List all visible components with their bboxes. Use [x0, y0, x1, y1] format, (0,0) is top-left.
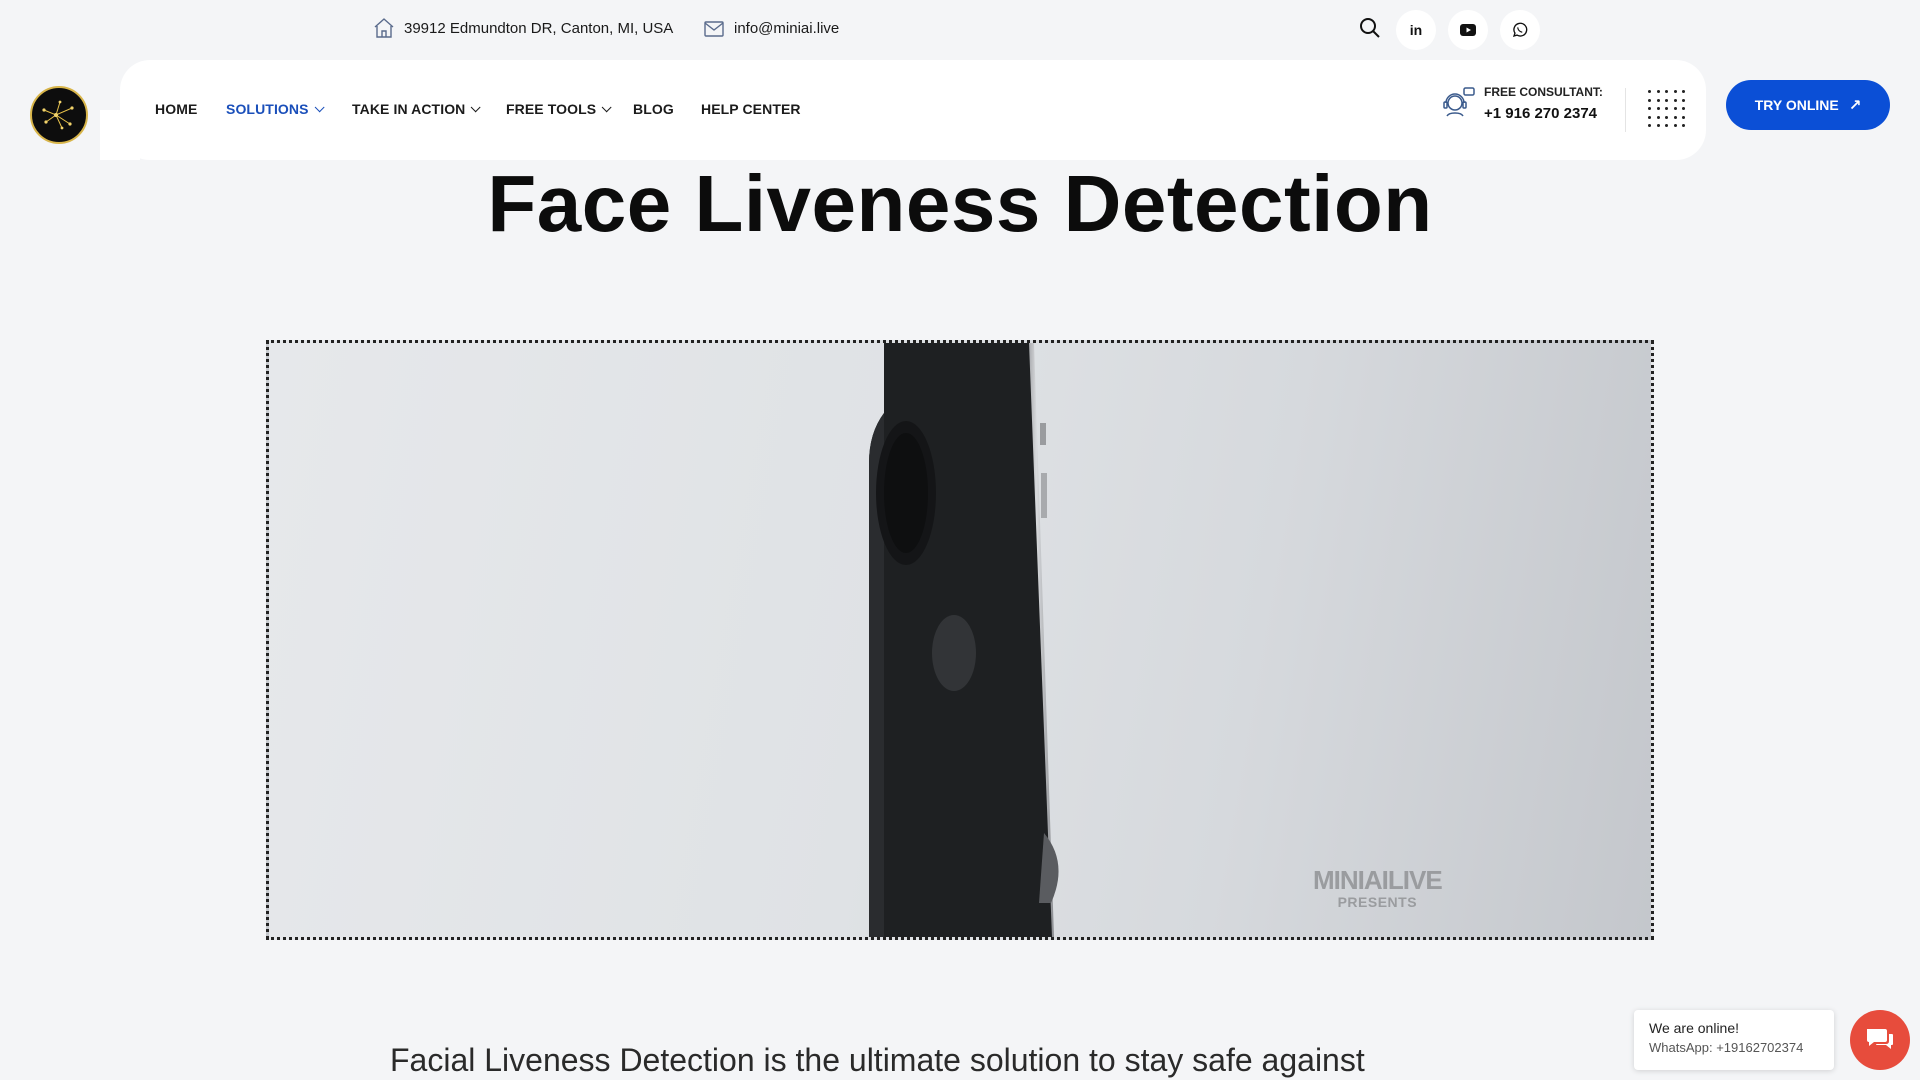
- whatsapp-button[interactable]: [1500, 10, 1540, 50]
- nav-take-in-action[interactable]: TAKE IN ACTION: [352, 101, 481, 117]
- nav-home-label: HOME: [155, 101, 198, 117]
- site-logo[interactable]: [30, 86, 88, 144]
- home-icon: [374, 18, 394, 38]
- watermark-subtitle: PRESENTS: [1337, 894, 1418, 910]
- nav-help-center-label: HELP CENTER: [701, 101, 801, 117]
- linkedin-button[interactable]: in: [1396, 10, 1436, 50]
- main-navbar: HOME SOLUTIONS TAKE IN ACTION FREE TOOLS…: [120, 60, 1706, 160]
- try-online-label: TRY ONLINE: [1754, 97, 1839, 113]
- linkedin-icon: in: [1409, 22, 1423, 38]
- chat-bubble-icon: [1867, 1029, 1893, 1049]
- chat-popup[interactable]: We are online! WhatsApp: +19162702374: [1634, 1010, 1834, 1070]
- nav-free-tools-label: FREE TOOLS: [506, 101, 597, 117]
- nav-help-center[interactable]: HELP CENTER: [701, 101, 801, 117]
- support-agent-icon: [1443, 87, 1475, 117]
- consult-label: FREE CONSULTANT:: [1484, 84, 1603, 99]
- nav-free-tools[interactable]: FREE TOOLS: [506, 101, 612, 117]
- chevron-down-icon: [471, 101, 481, 112]
- intro-text: Facial Liveness Detection is the ultimat…: [390, 1042, 1365, 1078]
- chat-contact: WhatsApp: +19162702374: [1649, 1040, 1804, 1055]
- youtube-icon: [1460, 24, 1476, 36]
- email-item[interactable]: info@miniai.live: [702, 16, 839, 40]
- email-link[interactable]: info@miniai.live: [734, 20, 839, 37]
- page-title: Face Liveness Detection: [487, 159, 1433, 248]
- youtube-button[interactable]: [1448, 10, 1488, 50]
- chevron-down-icon: [601, 101, 612, 112]
- nav-home[interactable]: HOME: [155, 101, 197, 117]
- chat-button[interactable]: [1850, 1010, 1910, 1070]
- grid-menu-icon[interactable]: [1648, 90, 1688, 130]
- try-online-button[interactable]: TRY ONLINE ↗: [1726, 80, 1890, 130]
- nav-solutions-label: SOLUTIONS: [226, 101, 309, 117]
- consult-phone[interactable]: +1 916 270 2374: [1484, 105, 1603, 122]
- nav-blog[interactable]: BLOG: [633, 101, 674, 117]
- nav-take-in-action-label: TAKE IN ACTION: [352, 101, 466, 117]
- arrow-up-right-icon: ↗: [1848, 97, 1862, 114]
- video-watermark: MINIAILIVE PRESENTS: [1313, 865, 1443, 910]
- logo-icon: [42, 100, 74, 130]
- chat-status: We are online!: [1649, 1020, 1740, 1036]
- chevron-down-icon: [314, 101, 325, 112]
- mail-icon: [704, 21, 724, 37]
- nav-blog-label: BLOG: [633, 101, 674, 117]
- search-icon: [1360, 18, 1380, 38]
- watermark-title: MINIAILIVE: [1313, 865, 1443, 895]
- phone-image: [869, 343, 1059, 937]
- search-button[interactable]: [1358, 16, 1382, 45]
- hero-video[interactable]: MINIAILIVE PRESENTS: [266, 340, 1654, 940]
- address-item: 39912 Edmundton DR, Canton, MI, USA: [372, 16, 673, 40]
- navbar-divider: [1625, 88, 1626, 132]
- top-bar: 39912 Edmundton DR, Canton, MI, USA info…: [0, 0, 1920, 58]
- free-consultant[interactable]: FREE CONSULTANT: +1 916 270 2374: [1438, 84, 1603, 122]
- address-text: 39912 Edmundton DR, Canton, MI, USA: [404, 19, 674, 37]
- nav-solutions[interactable]: SOLUTIONS: [226, 101, 325, 117]
- whatsapp-icon: [1512, 22, 1528, 38]
